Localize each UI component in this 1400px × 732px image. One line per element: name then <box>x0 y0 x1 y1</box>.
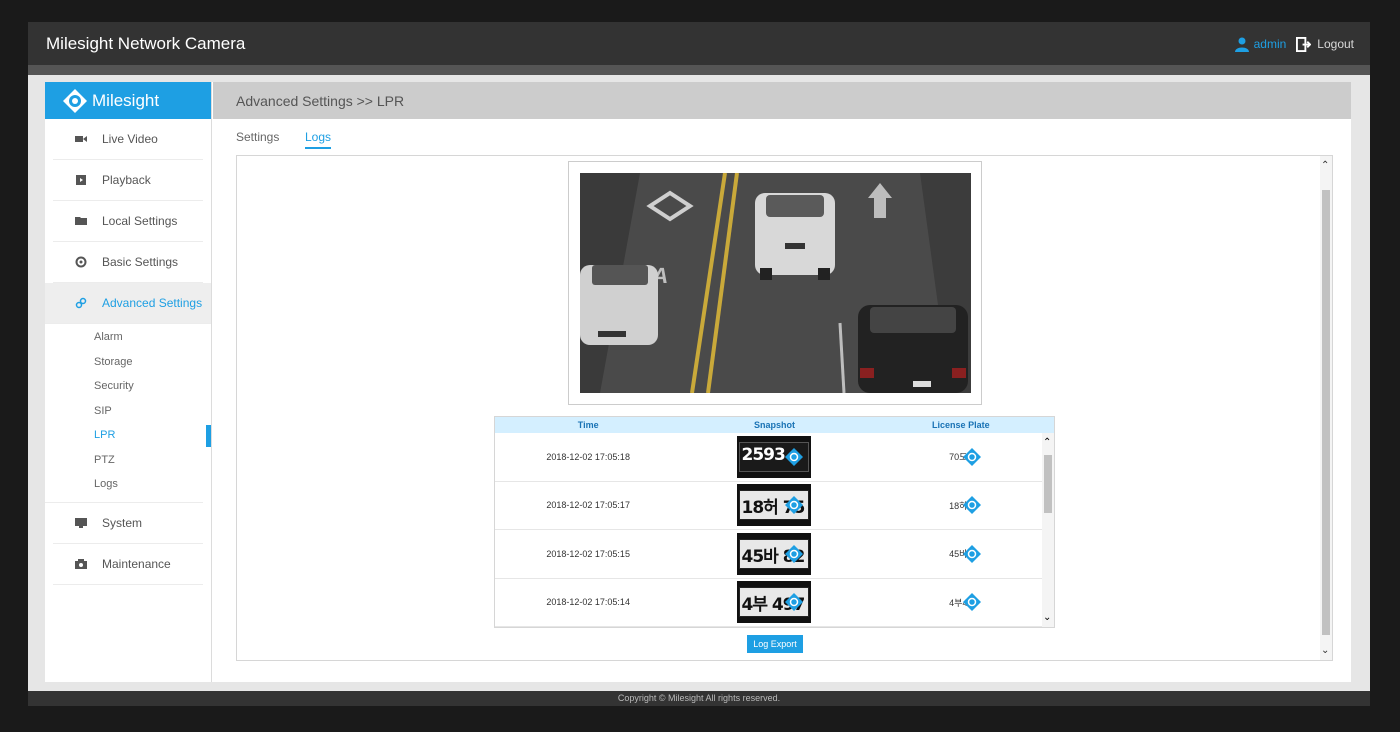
footer: Copyright © Milesight All rights reserve… <box>28 691 1370 706</box>
sidebar-item-local-settings[interactable]: Local Settings <box>53 201 203 242</box>
top-bar: Milesight Network Camera admin Logout <box>28 22 1370 65</box>
plate-cell: 45바8 <box>868 544 1054 563</box>
table-row[interactable]: 2018-12-02 17:05:18 2593 70도2 <box>495 433 1054 482</box>
table-row[interactable]: 2018-12-02 17:05:15 45바 82 45바8 <box>495 530 1054 579</box>
column-header-snapshot: Snapshot <box>753 420 795 430</box>
scroll-down-icon[interactable]: ⌄ <box>1321 645 1329 656</box>
submenu-item-storage[interactable]: Storage <box>45 350 211 375</box>
app-title: Milesight Network Camera <box>46 34 246 53</box>
plate-image-text: 2593 <box>741 444 785 465</box>
snapshot-cell: 18허 75 <box>681 484 867 527</box>
snapshot-cell: 45바 82 <box>681 532 867 575</box>
zoom-in-icon[interactable] <box>962 447 981 466</box>
table-row[interactable]: 2018-12-02 17:05:17 18허 75 18하7 <box>495 482 1054 530</box>
log-time: 2018-12-02 17:05:18 <box>546 451 630 462</box>
folder-icon <box>75 217 87 225</box>
plate-snapshot-thumbnail[interactable]: 4부 497 <box>737 581 812 624</box>
sidebar-item-system[interactable]: System <box>53 503 203 544</box>
zoom-in-icon[interactable] <box>962 496 981 515</box>
tab-settings[interactable]: Settings <box>236 130 279 144</box>
snapshot-cell: 2593 <box>681 435 867 478</box>
logout-link[interactable]: Logout <box>1317 37 1354 51</box>
log-export-button[interactable]: Log Export <box>747 635 803 653</box>
sidebar-item-label: Local Settings <box>102 214 178 228</box>
scroll-up-icon[interactable]: ⌃ <box>1043 437 1051 448</box>
page-header: Advanced Settings >> LPR <box>213 82 1351 119</box>
video-camera-icon <box>75 136 87 142</box>
tab-logs[interactable]: Logs <box>305 130 332 149</box>
top-bar-strip <box>28 65 1370 75</box>
user-icon <box>1234 37 1249 52</box>
camera-icon <box>75 558 87 569</box>
logo-bar: Milesight <box>45 82 211 119</box>
submenu-item-lpr[interactable]: LPR <box>45 423 211 448</box>
scrollbar-thumb[interactable] <box>1044 455 1052 513</box>
user-name-link[interactable]: admin <box>1254 37 1287 51</box>
logs-content: SIA <box>236 155 1333 661</box>
browser-frame: Milesight Network Camera admin Logout Mi… <box>28 22 1370 706</box>
table-scrollbar[interactable]: ⌃ ⌄ <box>1042 433 1054 627</box>
sidebar-item-playback[interactable]: Playback <box>53 160 203 201</box>
plate-snapshot-thumbnail[interactable]: 45바 82 <box>737 532 812 575</box>
sidebar-item-label: Basic Settings <box>102 255 179 269</box>
user-area: admin Logout <box>1234 36 1354 52</box>
zoom-in-icon[interactable] <box>962 593 981 612</box>
table-row[interactable]: 2018-12-02 17:05:14 4부 497 4부49 <box>495 579 1054 627</box>
log-time: 2018-12-02 17:05:15 <box>546 548 630 559</box>
traffic-snapshot-image: SIA <box>580 173 971 393</box>
sidebar-item-live-video[interactable]: Live Video <box>53 119 203 160</box>
submenu-item-ptz[interactable]: PTZ <box>45 448 211 473</box>
plate-cell: 18하7 <box>868 496 1054 515</box>
content-scrollbar[interactable]: ⌃ ⌄ <box>1320 156 1332 660</box>
log-time: 2018-12-02 17:05:14 <box>546 597 630 608</box>
plate-snapshot-thumbnail[interactable]: 18허 75 <box>737 484 812 527</box>
milesight-logo-icon <box>63 88 87 113</box>
brand-name: Milesight <box>92 90 160 110</box>
plate-cell: 70도2 <box>868 447 1054 466</box>
plate-snapshot-thumbnail[interactable]: 2593 <box>737 435 812 478</box>
zoom-in-icon[interactable] <box>785 447 804 466</box>
submenu-item-logs[interactable]: Logs <box>45 472 211 497</box>
advanced-settings-submenu: Alarm Storage Security SIP LPR PTZ Logs <box>45 324 211 503</box>
playback-icon <box>76 175 86 185</box>
main-panel: Milesight Live Video Playback Local Sett… <box>45 82 1351 682</box>
snapshot-preview: SIA <box>568 161 982 405</box>
sidebar-item-label: Playback <box>102 173 151 187</box>
scroll-up-icon[interactable]: ⌃ <box>1321 160 1329 171</box>
zoom-in-icon[interactable] <box>962 544 981 563</box>
lpr-log-table: Time Snapshot License Plate 2018-12-02 1… <box>494 416 1055 628</box>
gear-icon <box>75 256 87 268</box>
table-header: Time Snapshot License Plate <box>495 417 1054 433</box>
submenu-item-sip[interactable]: SIP <box>45 399 211 424</box>
scrollbar-thumb[interactable] <box>1322 190 1330 635</box>
monitor-icon <box>75 517 87 528</box>
sidebar-item-label: System <box>102 515 143 530</box>
sidebar-item-basic-settings[interactable]: Basic Settings <box>53 242 203 283</box>
submenu-item-security[interactable]: Security <box>45 374 211 399</box>
plate-cell: 4부49 <box>868 593 1054 612</box>
sidebar: Milesight Live Video Playback Local Sett… <box>45 82 212 682</box>
column-header-license-plate: License Plate <box>932 420 990 430</box>
column-header-time: Time <box>577 420 599 430</box>
zoom-in-icon[interactable] <box>785 544 804 563</box>
sidebar-item-advanced-settings[interactable]: Advanced Settings <box>45 283 211 324</box>
breadcrumb: Advanced Settings >> LPR <box>236 93 405 109</box>
logout-icon[interactable] <box>1296 36 1312 52</box>
sidebar-item-label: Advanced Settings <box>102 296 203 310</box>
zoom-in-icon[interactable] <box>785 593 804 612</box>
link-icon <box>75 297 87 309</box>
log-time: 2018-12-02 17:05:17 <box>546 500 630 511</box>
sidebar-item-label: Live Video <box>102 132 158 146</box>
zoom-in-icon[interactable] <box>785 496 804 515</box>
sidebar-item-label: Maintenance <box>102 556 171 571</box>
submenu-item-alarm[interactable]: Alarm <box>45 325 211 350</box>
snapshot-cell: 4부 497 <box>681 581 867 624</box>
scroll-down-icon[interactable]: ⌄ <box>1043 612 1051 623</box>
sidebar-item-maintenance[interactable]: Maintenance <box>53 544 203 585</box>
